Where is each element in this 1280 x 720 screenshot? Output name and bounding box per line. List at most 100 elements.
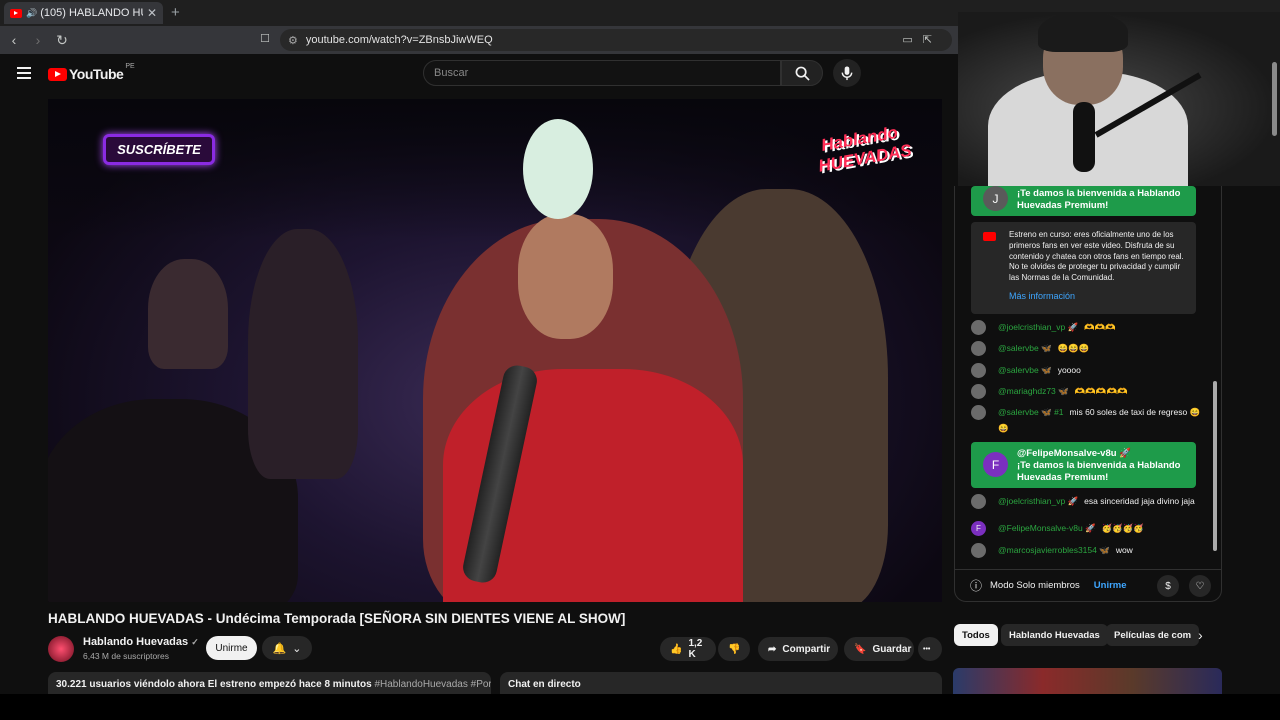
chip-comedy-films[interactable]: Películas de com <box>1106 624 1200 646</box>
new-tab-button[interactable]: + <box>171 4 180 21</box>
youtube-logo[interactable]: YouTube PE <box>48 63 135 82</box>
voice-search-button[interactable] <box>833 59 861 87</box>
viewer-count: 30.221 usuarios viéndolo ahora <box>56 679 205 690</box>
chat-author[interactable]: @joelcristhian_vp 🚀 <box>998 322 1078 332</box>
chevron-down-icon: ⌄ <box>292 642 302 655</box>
chat-scrollbar[interactable] <box>1213 381 1217 551</box>
channel-name-text: Hablando Huevadas <box>83 636 189 648</box>
audience-member <box>248 229 358 479</box>
channel-avatar[interactable] <box>48 636 74 662</box>
welcome-text: ¡Te damos la bienvenida a Hablando Hueva… <box>1017 460 1181 483</box>
chip-all[interactable]: Todos <box>954 624 998 646</box>
chip-channel[interactable]: Hablando Huevadas <box>1001 624 1108 646</box>
tab-title: (105) HABLANDO HUEVADAS <box>40 7 143 19</box>
premiere-notice: Estreno en curso: eres oficialmente uno … <box>971 222 1196 314</box>
chat-text: wow <box>1115 545 1133 555</box>
forward-icon[interactable]: › <box>26 32 50 48</box>
save-label: Guardar <box>872 643 912 655</box>
members-only-mode: Modo Solo miembros <box>990 580 1080 591</box>
heart-icon[interactable]: ♡ <box>1189 575 1211 597</box>
menu-icon[interactable] <box>17 67 31 82</box>
bookmark-icon[interactable]: ☐ <box>253 32 277 45</box>
chat-author[interactable]: @mariaghdz73 🦋 <box>998 386 1069 396</box>
video-title: HABLANDO HUEVADAS - Undécima Temporada [… <box>48 611 626 626</box>
notice-text: Estreno en curso: eres oficialmente uno … <box>1009 230 1184 283</box>
chat-message: @marcosjavierrobles3154 🦋 wow <box>971 542 1201 558</box>
page-scrollbar[interactable] <box>1272 62 1277 136</box>
subscriber-count: 6,43 M de suscriptores <box>83 651 169 661</box>
youtube-favicon-icon <box>10 8 22 18</box>
chat-message: F @FelipeMonsalve-v8u 🚀 🥳🥳🥳🥳 <box>971 520 1201 536</box>
thumbs-down-icon: 👎 <box>728 643 741 655</box>
back-icon[interactable]: ‹ <box>2 32 26 48</box>
super-chat-icon[interactable]: $ <box>1157 575 1179 597</box>
video-player[interactable]: SUSCRÍBETE Hablando HUEVADAS <box>48 99 942 602</box>
chat-text: 🫶🫶🫶 <box>1084 322 1116 332</box>
bell-icon: 🔔 <box>272 642 287 655</box>
chat-author[interactable]: @joelcristhian_vp 🚀 <box>998 496 1078 506</box>
avatar[interactable] <box>971 384 986 399</box>
avatar[interactable]: F <box>971 521 986 536</box>
avatar[interactable] <box>971 494 986 509</box>
related-video-thumbnail[interactable] <box>953 668 1222 694</box>
chat-text: 🫶🫶🫶🫶🫶 <box>1074 386 1128 396</box>
avatar[interactable] <box>971 543 986 558</box>
tab-close-icon[interactable]: ✕ <box>147 6 157 20</box>
live-chat-header[interactable]: Chat en directo <box>500 672 942 694</box>
microphone-icon <box>841 65 853 80</box>
bookmark-save-icon: 🔖 <box>854 643 867 655</box>
share-label: Compartir <box>782 643 831 655</box>
chat-message: @salervbe 🦋 #1 mis 60 soles de taxi de re… <box>971 404 1201 436</box>
browser-tab[interactable]: 🔊 (105) HABLANDO HUEVADAS ✕ <box>4 2 163 24</box>
search-input[interactable]: Buscar <box>423 60 781 86</box>
like-button[interactable]: 👍 1,2 K <box>660 637 716 661</box>
streamer-webcam <box>958 12 1280 186</box>
speaker-icon[interactable]: 🔊 <box>26 8 37 19</box>
notifications-button[interactable]: 🔔 ⌄ <box>262 636 312 660</box>
woman-face <box>518 214 613 339</box>
url-field[interactable]: ⚙ youtube.com/watch?v=ZBnsbJiwWEQ ▭⇱ <box>280 29 952 51</box>
url-text: youtube.com/watch?v=ZBnsbJiwWEQ <box>305 34 493 46</box>
chevron-right-icon[interactable]: › <box>1198 627 1203 643</box>
avatar[interactable] <box>971 341 986 356</box>
dislike-button[interactable]: 👎 <box>718 637 750 661</box>
join-button[interactable]: Unirme <box>206 636 257 660</box>
chat-author[interactable]: @salervbe 🦋 <box>998 343 1052 353</box>
more-actions-button[interactable]: ••• <box>918 637 942 661</box>
streamer-microphone <box>1073 102 1095 172</box>
site-info-icon[interactable]: ⚙ <box>288 34 298 47</box>
like-count: 1,2 K <box>688 638 703 660</box>
omnibox-actions-icon[interactable]: ▭⇱ <box>902 33 942 46</box>
more-info-link[interactable]: Más información <box>1009 291 1186 302</box>
description-box[interactable]: 30.221 usuarios viéndolo ahora El estren… <box>48 672 491 694</box>
chat-author[interactable]: @FelipeMonsalve-v8u 🚀 <box>998 523 1096 533</box>
share-icon: ➦ <box>768 643 777 655</box>
subscribe-overlay: SUSCRÍBETE <box>103 134 215 165</box>
youtube-header: YouTube PE Buscar <box>0 54 958 92</box>
plush-toy <box>523 119 593 219</box>
membership-welcome-bottom: F @FelipeMonsalve-v8u 🚀 ¡Te damos la bie… <box>971 442 1196 488</box>
chat-author[interactable]: @salervbe 🦋 <box>998 365 1052 375</box>
avatar[interactable] <box>971 405 986 420</box>
save-button[interactable]: 🔖 Guardar <box>844 637 914 661</box>
chat-footer: ⓘ Modo Solo miembros Unirme $ ♡ <box>955 569 1221 601</box>
youtube-notice-icon <box>983 232 996 241</box>
related-chips: Todos Hablando Huevadas Películas de com <box>954 624 1224 646</box>
info-icon[interactable]: ⓘ <box>970 577 982 594</box>
thumbs-up-icon: 👍 <box>670 643 683 655</box>
chat-author[interactable]: @salervbe 🦋 #1 <box>998 407 1064 417</box>
chat-message: @salervbe 🦋 yoooo <box>971 362 1201 378</box>
hashtags[interactable]: #HablandoHuevadas #PorqueHab <box>374 679 491 690</box>
share-button[interactable]: ➦ Compartir <box>758 637 838 661</box>
reload-icon[interactable]: ↻ <box>50 32 74 49</box>
live-chat-panel: J ¡Te damos la bienvenida a Hablando Hue… <box>954 186 1222 602</box>
chat-author[interactable]: @marcosjavierrobles3154 🦋 <box>998 545 1110 555</box>
avatar[interactable] <box>971 320 986 335</box>
welcome-author[interactable]: @FelipeMonsalve-v8u 🚀 <box>1017 448 1188 460</box>
more-icon: ••• <box>923 645 931 653</box>
avatar[interactable] <box>971 363 986 378</box>
chat-join-button[interactable]: Unirme <box>1094 580 1127 591</box>
search-button[interactable] <box>781 60 823 86</box>
address-bar: ‹ › ↻ ☐ ⚙ youtube.com/watch?v=ZBnsbJiwWE… <box>0 26 958 54</box>
channel-name[interactable]: Hablando Huevadas ✓ <box>83 636 199 648</box>
